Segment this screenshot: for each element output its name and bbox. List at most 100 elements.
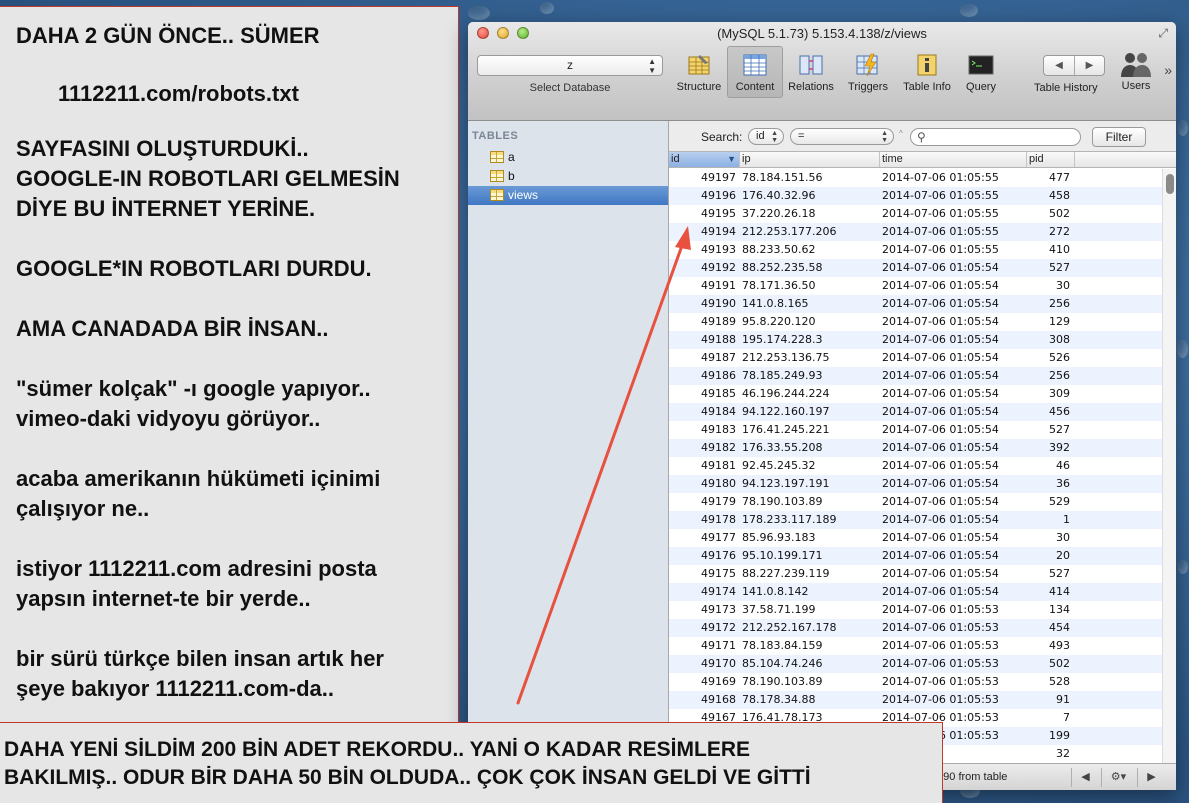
table-row[interactable]: 49171 78.183.84.159 2014-07-06 01:05:53 493 [669,637,1162,655]
cell-pid: 32 [1056,747,1070,760]
table-row[interactable]: 49169 78.190.103.89 2014-07-06 01:05:53 528 [669,673,1162,691]
column-header-label: id [671,153,680,165]
note-line: çalışıyor ne.. [16,496,150,521]
column-header-pid[interactable]: pid [1027,152,1075,167]
note-gap [16,614,458,644]
cell-ip: 37.220.26.18 [742,207,816,220]
filter-operator-select[interactable]: = ▲ ▼ [790,128,894,145]
table-row[interactable]: 49175 88.227.239.119 2014-07-06 01:05:54 52… [669,565,1162,583]
table-row[interactable]: 49194 212.253.177.206 2014-07-06 01:05:55 2… [669,223,1162,241]
note-line: istiyor 1112211.com adresini posta [16,556,377,581]
table-row[interactable]: 49190 141.0.8.165 2014-07-06 01:05:54 256 [669,295,1162,313]
cell-id: 49193 [701,243,736,256]
cell-time: 2014-07-06 01:05:54 [882,261,999,274]
table-row[interactable]: 49172 212.252.167.178 2014-07-06 01:05:53 4… [669,619,1162,637]
table-row[interactable]: 49170 85.104.74.246 2014-07-06 01:05:53 502 [669,655,1162,673]
next-page-button[interactable]: ▶ [1137,768,1165,787]
cell-pid: 527 [1049,261,1070,274]
cell-id: 49174 [701,585,736,598]
users-button[interactable]: Users [1114,50,1158,92]
column-header-label: pid [1029,153,1044,165]
note-line: AMA CANADADA BİR İNSAN.. [16,316,329,341]
column-header-time[interactable]: time [880,152,1027,167]
filter-value-input[interactable]: ⚲ [910,128,1081,146]
sidebar-item-table-views[interactable]: views [468,186,668,205]
users-label: Users [1121,80,1151,92]
table-row[interactable]: 49191 78.171.36.50 2014-07-06 01:05:54 30 [669,277,1162,295]
cell-ip: 78.183.84.159 [742,639,823,652]
column-header-id[interactable]: id ▼ [669,152,740,167]
cell-time: 2014-07-06 01:05:55 [882,207,999,220]
table-row[interactable]: 49174 141.0.8.142 2014-07-06 01:05:54 414 [669,583,1162,601]
table-info-label: Table Info [903,81,951,93]
cell-time: 2014-07-06 01:05:53 [882,693,999,706]
table-row[interactable]: 49176 95.10.199.171 2014-07-06 01:05:54 20 [669,547,1162,565]
sidebar-item-table-b[interactable]: b [468,167,668,186]
table-row[interactable]: 49173 37.58.71.199 2014-07-06 01:05:53 134 [669,601,1162,619]
toolbar-overflow-icon[interactable]: » [1164,62,1172,78]
query-tab[interactable]: Query [953,52,1009,93]
scrollbar-thumb[interactable] [1166,174,1174,194]
table-row[interactable]: 49182 176.33.55.208 2014-07-06 01:05:54 392 [669,439,1162,457]
table-row[interactable]: 49193 88.233.50.62 2014-07-06 01:05:55 410 [669,241,1162,259]
structure-tab[interactable]: Structure [671,52,727,93]
cell-ip: 88.252.235.58 [742,261,823,274]
relations-tab[interactable]: Relations [783,52,839,93]
cell-time: 2014-07-06 01:05:55 [882,189,999,202]
cell-id: 49179 [701,495,736,508]
vertical-scrollbar[interactable] [1162,169,1176,790]
cell-time: 2014-07-06 01:05:54 [882,279,999,292]
filter-button[interactable]: Filter [1092,127,1146,147]
table-history-label: Table History [1034,82,1098,94]
filter-field-select[interactable]: id ▲ ▼ [748,128,784,145]
previous-page-button[interactable]: ◀ [1071,768,1099,787]
cell-pid: 199 [1049,729,1070,742]
table-row[interactable]: 49186 78.185.249.93 2014-07-06 01:05:54 256 [669,367,1162,385]
column-header-ip[interactable]: ip [740,152,880,167]
table-row[interactable]: 49168 78.178.34.88 2014-07-06 01:05:53 91 [669,691,1162,709]
cell-pid: 458 [1049,189,1070,202]
table-row[interactable]: 49184 94.122.160.197 2014-07-06 01:05:54 45… [669,403,1162,421]
cell-ip: 176.40.32.96 [742,189,816,202]
cell-ip: 78.185.249.93 [742,369,823,382]
table-row[interactable]: 49196 176.40.32.96 2014-07-06 01:05:55 458 [669,187,1162,205]
cell-id: 49172 [701,621,736,634]
table-info-tab[interactable]: Table Info [899,52,955,93]
database-select[interactable]: z ▲ ▼ [477,55,663,76]
table-row[interactable]: 49192 88.252.235.58 2014-07-06 01:05:54 527 [669,259,1162,277]
table-row[interactable]: 49181 92.45.245.32 2014-07-06 01:05:54 46 [669,457,1162,475]
cell-id: 49189 [701,315,736,328]
triggers-tab[interactable]: Triggers [840,52,896,93]
table-row[interactable]: 49187 212.253.136.75 2014-07-06 01:05:54 52… [669,349,1162,367]
table-row[interactable]: 49185 46.196.244.224 2014-07-06 01:05:54 30… [669,385,1162,403]
content-tab[interactable]: Content [727,46,783,98]
cell-ip: 212.253.136.75 [742,351,830,364]
history-back-button[interactable]: ◀ [1044,56,1074,75]
cell-pid: 526 [1049,351,1070,364]
table-row[interactable]: 49195 37.220.26.18 2014-07-06 01:05:55 502 [669,205,1162,223]
cell-time: 2014-07-06 01:05:54 [882,459,999,472]
cell-time: 2014-07-06 01:05:53 [882,621,999,634]
table-row[interactable]: 49188 195.174.228.3 2014-07-06 01:05:54 308 [669,331,1162,349]
background-droplet [468,6,490,20]
table-row[interactable]: 49183 176.41.245.221 2014-07-06 01:05:54 52… [669,421,1162,439]
table-row[interactable]: 49177 85.96.93.183 2014-07-06 01:05:54 30 [669,529,1162,547]
history-forward-button[interactable]: ▶ [1074,56,1104,75]
gear-icon[interactable]: ⚙▾ [1101,768,1135,787]
cell-time: 2014-07-06 01:05:53 [882,639,999,652]
background-droplet [1178,120,1188,136]
note-line: GOOGLE*IN ROBOTLARI DURDU. [16,256,372,281]
note-gap [16,344,458,374]
cell-id: 49176 [701,549,736,562]
table-name: b [508,169,515,183]
sidebar-item-table-a[interactable]: a [468,148,668,167]
table-row[interactable]: 49180 94.123.197.191 2014-07-06 01:05:54 36 [669,475,1162,493]
fullscreen-icon[interactable]: ⤢ [1158,26,1168,41]
table-row[interactable]: 49189 95.8.220.120 2014-07-06 01:05:54 129 [669,313,1162,331]
table-row[interactable]: 49197 78.184.151.56 2014-07-06 01:05:55 477 [669,169,1162,187]
note-gap [16,284,458,314]
table-row[interactable]: 49178 178.233.117.189 2014-07-06 01:05:54 1 [669,511,1162,529]
cell-time: 2014-07-06 01:05:54 [882,477,999,490]
table-row[interactable]: 49179 78.190.103.89 2014-07-06 01:05:54 529 [669,493,1162,511]
cell-pid: 308 [1049,333,1070,346]
